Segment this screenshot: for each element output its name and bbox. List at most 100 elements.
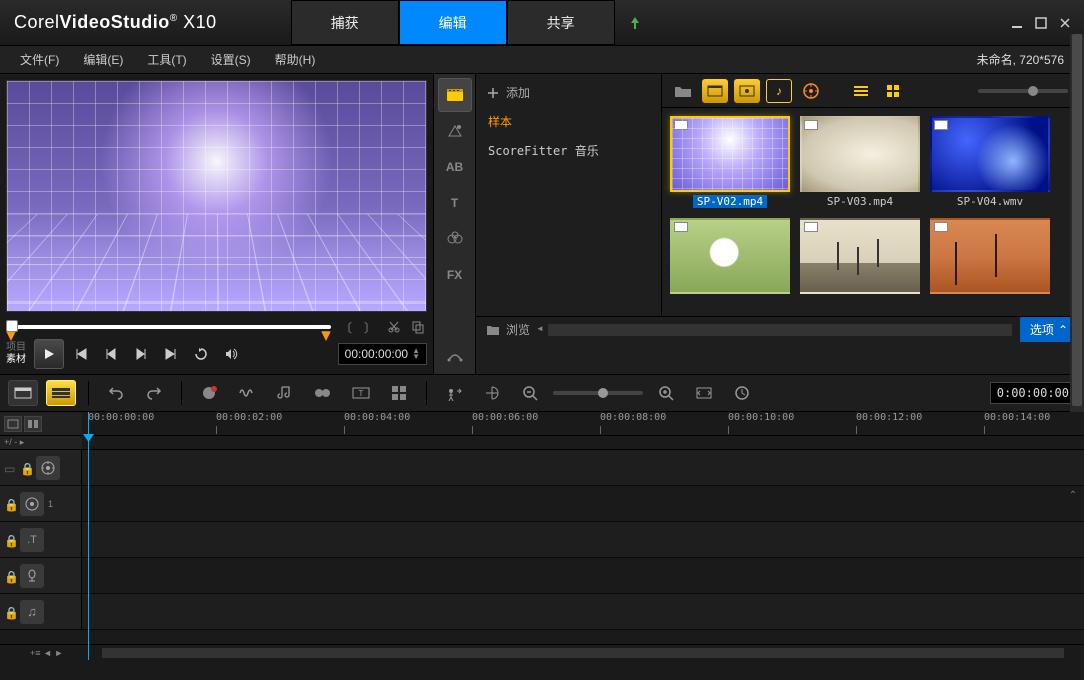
filter-disc-button[interactable]	[798, 79, 824, 103]
undo-button[interactable]	[101, 380, 131, 406]
title-icon[interactable]: T	[438, 186, 472, 220]
graphics-icon[interactable]	[438, 222, 472, 256]
track-body[interactable]	[82, 450, 1084, 485]
multitrim-button[interactable]	[308, 380, 338, 406]
storyboard-view-button[interactable]	[8, 380, 38, 406]
audio-mixer-button[interactable]	[232, 380, 262, 406]
tree-samples[interactable]: 样本	[480, 107, 657, 136]
tab-edit[interactable]: 编辑	[399, 0, 507, 45]
thumb-zoom-slider[interactable]	[978, 89, 1068, 93]
track-head-voice[interactable]: 🔒	[0, 558, 82, 593]
expand-toggle[interactable]: +/ - ▸	[0, 436, 82, 449]
track-view-btn-1[interactable]	[4, 416, 22, 432]
instant-project-icon[interactable]	[438, 114, 472, 148]
thumbnail-grid: SP-V02.mp4SP-V03.mp4SP-V04.wmv	[662, 108, 1084, 316]
tab-capture[interactable]: 捕获	[291, 0, 399, 45]
thumbnail-3[interactable]	[670, 218, 790, 294]
track-head-music[interactable]: 🔒 ♫	[0, 594, 82, 629]
duration-button[interactable]	[727, 380, 757, 406]
cut-icon[interactable]	[385, 318, 403, 336]
menu-help[interactable]: 帮助(H)	[263, 51, 328, 68]
filters-icon[interactable]: FX	[438, 258, 472, 292]
preview-timecode[interactable]: 00:00:00:00 ▲▼	[338, 343, 427, 365]
prev-frame-button[interactable]	[98, 341, 124, 367]
tree-scorefitter[interactable]: ScoreFitter 音乐	[480, 136, 657, 165]
filter-audio-button[interactable]: ♪	[766, 79, 792, 103]
go-end-button[interactable]	[158, 341, 184, 367]
track-head-title[interactable]: 🔒 .T	[0, 522, 82, 557]
go-start-button[interactable]	[68, 341, 94, 367]
media-library-icon[interactable]	[438, 78, 472, 112]
next-frame-button[interactable]	[128, 341, 154, 367]
transitions-icon[interactable]: AB	[438, 150, 472, 184]
mark-out-button[interactable]: 〕	[361, 318, 379, 336]
menu-edit[interactable]: 编辑(E)	[71, 51, 135, 68]
ruler-tick: 00:00:12:00	[856, 412, 922, 423]
menu-file[interactable]: 文件(F)	[8, 51, 71, 68]
options-label: 选项	[1030, 321, 1054, 338]
thumbnail-0[interactable]: SP-V02.mp4	[670, 116, 790, 208]
timeline-playhead[interactable]	[88, 412, 89, 660]
thumbnail-5[interactable]	[930, 218, 1050, 294]
lock-icon[interactable]: 🔒	[20, 462, 32, 474]
motion-track-button[interactable]	[439, 380, 469, 406]
track-body[interactable]	[82, 558, 1084, 593]
lock-icon[interactable]: 🔒	[4, 570, 16, 582]
mode-toggle[interactable]: 项目 素材	[6, 342, 30, 366]
menu-settings[interactable]: 设置(S)	[199, 51, 263, 68]
thumbnail-1[interactable]: SP-V03.mp4	[800, 116, 920, 208]
preview-canvas[interactable]	[6, 80, 427, 312]
thumbnail-2[interactable]: SP-V04.wmv	[930, 116, 1050, 208]
browse-button[interactable]: 浏览	[476, 321, 540, 338]
timeline-ruler[interactable]: 00:00:00:0000:00:02:0000:00:04:0000:00:0…	[82, 412, 1084, 435]
add-track-button[interactable]: +≡ ◄ ►	[0, 648, 82, 658]
lock-icon[interactable]: 🔒	[4, 498, 16, 510]
filter-video-button[interactable]	[702, 79, 728, 103]
add-folder-button[interactable]: 添加	[480, 78, 657, 107]
fit-project-button[interactable]	[689, 380, 719, 406]
subtitle-button[interactable]: T	[346, 380, 376, 406]
track-head-video-1[interactable]: ▭ 🔒	[0, 450, 82, 485]
redo-button[interactable]	[139, 380, 169, 406]
timeline-view-button[interactable]	[46, 380, 76, 406]
lock-icon[interactable]: 🔒	[4, 534, 16, 546]
copy-icon[interactable]	[409, 318, 427, 336]
track-head-overlay[interactable]: 🔒 1	[0, 486, 82, 521]
scrub-track[interactable]	[6, 325, 331, 329]
track-view-btn-2[interactable]	[24, 416, 42, 432]
maximize-button[interactable]	[1034, 16, 1048, 30]
minimize-button[interactable]	[1010, 16, 1024, 30]
volume-button[interactable]	[218, 341, 244, 367]
record-button[interactable]	[194, 380, 224, 406]
zoom-in-button[interactable]	[651, 380, 681, 406]
scroll-up-button[interactable]: ⌃	[1064, 490, 1082, 504]
timeline-hscrollbar[interactable]	[102, 648, 1064, 658]
track-body[interactable]	[82, 522, 1084, 557]
timeline-zoom-slider[interactable]	[553, 391, 643, 395]
view-list-button[interactable]	[848, 79, 874, 103]
close-button[interactable]	[1058, 16, 1072, 30]
eye-icon[interactable]: ▭	[4, 462, 16, 474]
upload-icon[interactable]	[615, 0, 655, 45]
repeat-button[interactable]	[188, 341, 214, 367]
lock-icon[interactable]: 🔒	[4, 606, 16, 618]
track-body[interactable]	[82, 594, 1084, 629]
filter-photo-button[interactable]	[734, 79, 760, 103]
pan-zoom-button[interactable]	[477, 380, 507, 406]
tab-share[interactable]: 共享	[507, 0, 615, 45]
zoom-out-button[interactable]	[515, 380, 545, 406]
folder-icon[interactable]	[670, 79, 696, 103]
timecode-spinner[interactable]: ▲▼	[412, 348, 420, 360]
scrub-playhead[interactable]	[6, 320, 18, 332]
timeline-timecode[interactable]: 0:00:00:00	[990, 382, 1076, 404]
view-grid-button[interactable]	[880, 79, 906, 103]
thumbnail-4[interactable]	[800, 218, 920, 294]
mark-in-button[interactable]: 〔	[337, 318, 355, 336]
auto-music-button[interactable]	[270, 380, 300, 406]
menu-tools[interactable]: 工具(T)	[135, 51, 198, 68]
library-hscrollbar[interactable]	[548, 324, 1012, 336]
play-button[interactable]	[34, 339, 64, 369]
multicam-button[interactable]	[384, 380, 414, 406]
track-body[interactable]	[82, 486, 1084, 521]
path-icon[interactable]	[438, 340, 472, 374]
